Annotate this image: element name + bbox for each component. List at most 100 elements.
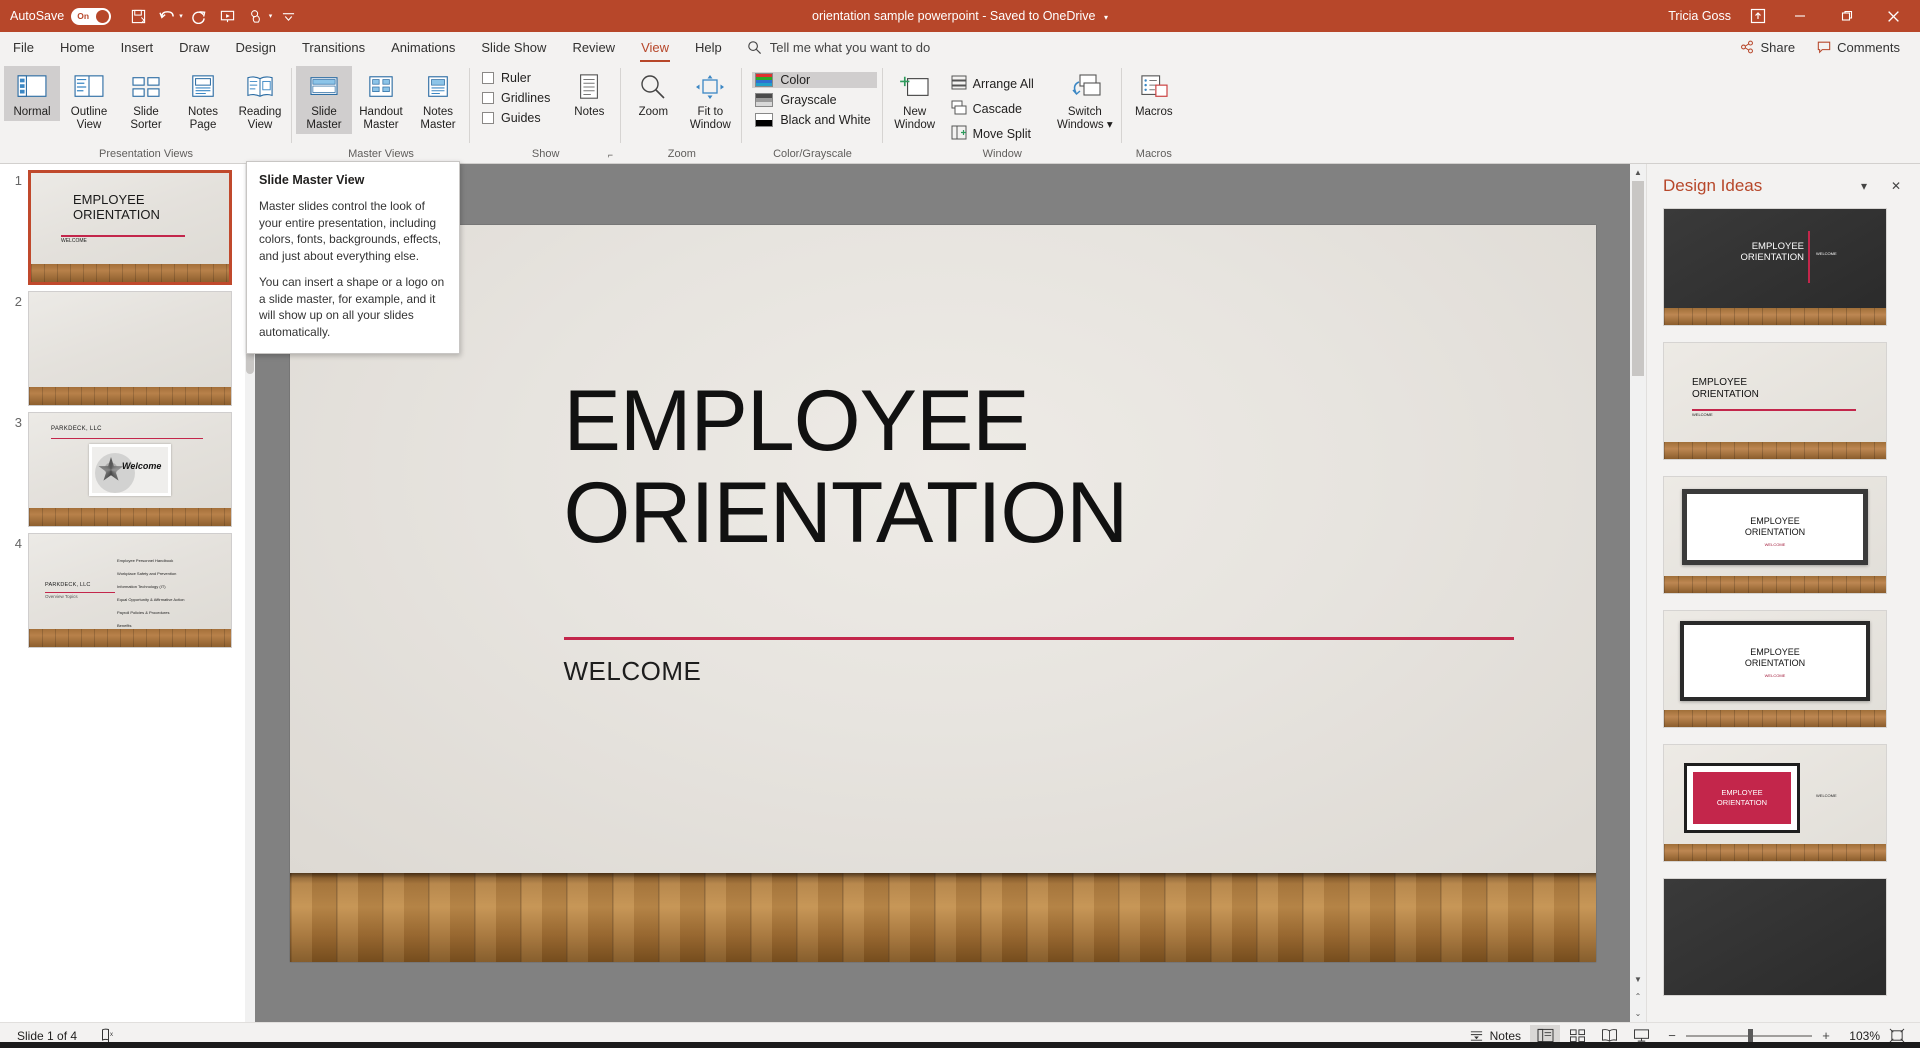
slide-sorter-button[interactable]: Slide Sorter: [118, 66, 174, 134]
customize-qat-icon[interactable]: [275, 4, 301, 28]
close-icon[interactable]: ✕: [1884, 174, 1908, 198]
document-title-dropdown-icon[interactable]: ▾: [1104, 13, 1108, 22]
scroll-up-icon[interactable]: ▲: [1630, 164, 1646, 181]
fit-to-window-button[interactable]: Fit to Window: [682, 66, 738, 134]
slide-title-placeholder[interactable]: EMPLOYEE ORIENTATION: [564, 375, 1514, 561]
notes-page-label: Notes: [188, 106, 218, 119]
zoom-button[interactable]: Zoom: [625, 66, 681, 121]
zoom-track[interactable]: [1686, 1035, 1812, 1037]
next-slide-icon[interactable]: ⌄: [1630, 1005, 1646, 1022]
scroll-track[interactable]: [1630, 181, 1646, 971]
zoom-percent-label[interactable]: 103%: [1842, 1029, 1880, 1043]
design-idea-card-2[interactable]: EMPLOYEE ORIENTATION WELCOME: [1663, 342, 1887, 460]
notes-button[interactable]: Notes: [561, 66, 617, 121]
zoom-in-button[interactable]: +: [1820, 1028, 1832, 1043]
zoom-slider[interactable]: − +: [1666, 1028, 1832, 1043]
tab-view[interactable]: View: [628, 32, 682, 62]
tab-home[interactable]: Home: [47, 32, 108, 62]
design-idea-card-5[interactable]: EMPLOYEE ORIENTATION WELCOME: [1663, 744, 1887, 862]
design-idea-card-3[interactable]: EMPLOYEE ORIENTATION WELCOME: [1663, 476, 1887, 594]
ribbon-display-options-icon[interactable]: [1741, 3, 1775, 29]
scroll-knob[interactable]: [1632, 181, 1644, 376]
color-mode-black-and-white[interactable]: Black and White: [752, 112, 876, 128]
color-mode-grayscale[interactable]: Grayscale: [752, 92, 876, 108]
comments-button[interactable]: Comments: [1809, 36, 1908, 59]
zoom-out-button[interactable]: −: [1666, 1028, 1678, 1043]
autosave-toggle[interactable]: On: [71, 8, 111, 25]
tab-slide-show[interactable]: Slide Show: [468, 32, 559, 62]
checkbox-gridlines[interactable]: Gridlines: [482, 91, 550, 105]
thumb-sub-4: Overview Topics: [45, 594, 78, 599]
close-button[interactable]: [1871, 0, 1916, 32]
checkbox-ruler[interactable]: Ruler: [482, 71, 550, 85]
tab-transitions[interactable]: Transitions: [289, 32, 378, 62]
tab-label: File: [13, 40, 34, 55]
checkbox-label: Gridlines: [501, 91, 550, 105]
black-white-swatch-icon: [755, 113, 773, 127]
group-label-zoom: Zoom: [625, 148, 738, 163]
redo-icon[interactable]: [186, 4, 212, 28]
tab-review[interactable]: Review: [559, 32, 628, 62]
idea-title-3: EMPLOYEE ORIENTATION: [1687, 516, 1863, 539]
slide-thumbnail-1[interactable]: 1 EMPLOYEE ORIENTATION WELCOME: [0, 164, 255, 285]
undo-icon[interactable]: [154, 4, 180, 28]
tab-animations[interactable]: Animations: [378, 32, 468, 62]
touch-mode-icon[interactable]: [244, 4, 270, 28]
tab-design[interactable]: Design: [223, 32, 289, 62]
slide-thumbnail-4[interactable]: 4 PARKDECK, LLC Overview Topics Employee…: [0, 527, 255, 648]
color-mode-color[interactable]: Color: [752, 72, 876, 88]
idea-wall: [1664, 879, 1886, 995]
design-idea-card-4[interactable]: EMPLOYEE ORIENTATION WELCOME: [1663, 610, 1887, 728]
cascade-button[interactable]: Cascade: [948, 99, 1041, 119]
scroll-down-icon[interactable]: ▼: [1630, 971, 1646, 988]
undo-dropdown-icon[interactable]: ▾: [179, 12, 183, 20]
previous-slide-icon[interactable]: ⌃: [1630, 988, 1646, 1005]
notes-page-button[interactable]: Notes Page: [175, 66, 231, 134]
chevron-down-icon[interactable]: ▾: [1852, 174, 1876, 198]
touch-dropdown-icon[interactable]: ▾: [269, 12, 273, 20]
start-presentation-icon[interactable]: [215, 4, 241, 28]
handout-master-button[interactable]: Handout Master: [353, 66, 409, 134]
restore-button[interactable]: [1824, 0, 1869, 32]
notes-master-button[interactable]: Notes Master: [410, 66, 466, 134]
tab-label: Animations: [391, 40, 455, 55]
minimize-button[interactable]: [1777, 0, 1822, 32]
move-split-button[interactable]: Move Split: [948, 124, 1041, 144]
slide-thumbnail-3[interactable]: 3 PARKDECK, LLC Welcome: [0, 406, 255, 527]
checkbox-box: [482, 112, 494, 124]
arrange-all-button[interactable]: Arrange All: [948, 74, 1041, 94]
tab-insert[interactable]: Insert: [108, 32, 167, 62]
tell-me-search[interactable]: Tell me what you want to do: [735, 32, 942, 62]
color-mode-label: Grayscale: [780, 93, 836, 107]
slide-number: 2: [6, 291, 28, 309]
fit-to-window-label2: Window: [690, 119, 731, 132]
normal-view-button[interactable]: Normal: [4, 66, 60, 121]
reading-view-label2: View: [248, 119, 273, 132]
slide-vertical-scrollbar[interactable]: ▲ ▼ ⌃ ⌄: [1630, 164, 1646, 1022]
save-icon[interactable]: [125, 4, 151, 28]
switch-windows-button[interactable]: Switch Windows ▾: [1052, 66, 1118, 134]
tab-help[interactable]: Help: [682, 32, 735, 62]
reading-view-button[interactable]: Reading View: [232, 66, 288, 134]
autosave-control[interactable]: AutoSave On: [0, 8, 111, 25]
new-window-button[interactable]: New Window: [887, 66, 943, 134]
tab-draw[interactable]: Draw: [166, 32, 222, 62]
design-idea-card-1[interactable]: EMPLOYEE ORIENTATION WELCOME: [1663, 208, 1887, 326]
slide-master-button[interactable]: Slide Master: [296, 66, 352, 134]
normal-view-icon: [17, 70, 47, 104]
slide-thumbnail-2[interactable]: 2: [0, 285, 255, 406]
share-button[interactable]: Share: [1732, 36, 1803, 59]
checkbox-guides[interactable]: Guides: [482, 111, 550, 125]
slide-number: 4: [6, 533, 28, 551]
outline-view-button[interactable]: Outline View: [61, 66, 117, 134]
tab-file[interactable]: File: [0, 32, 47, 62]
show-dialog-launcher[interactable]: ⌐: [604, 149, 616, 161]
user-account-name[interactable]: Tricia Goss: [1660, 5, 1739, 27]
ribbon-right-actions: Share Comments: [1732, 32, 1920, 62]
design-idea-card-6[interactable]: [1663, 878, 1887, 996]
color-swatch-icon: [755, 73, 773, 87]
current-slide[interactable]: EMPLOYEE ORIENTATION WELCOME: [290, 225, 1596, 962]
zoom-knob[interactable]: [1748, 1029, 1753, 1043]
macros-button[interactable]: Macros: [1126, 66, 1182, 121]
slide-subtitle-placeholder[interactable]: WELCOME: [564, 656, 702, 687]
